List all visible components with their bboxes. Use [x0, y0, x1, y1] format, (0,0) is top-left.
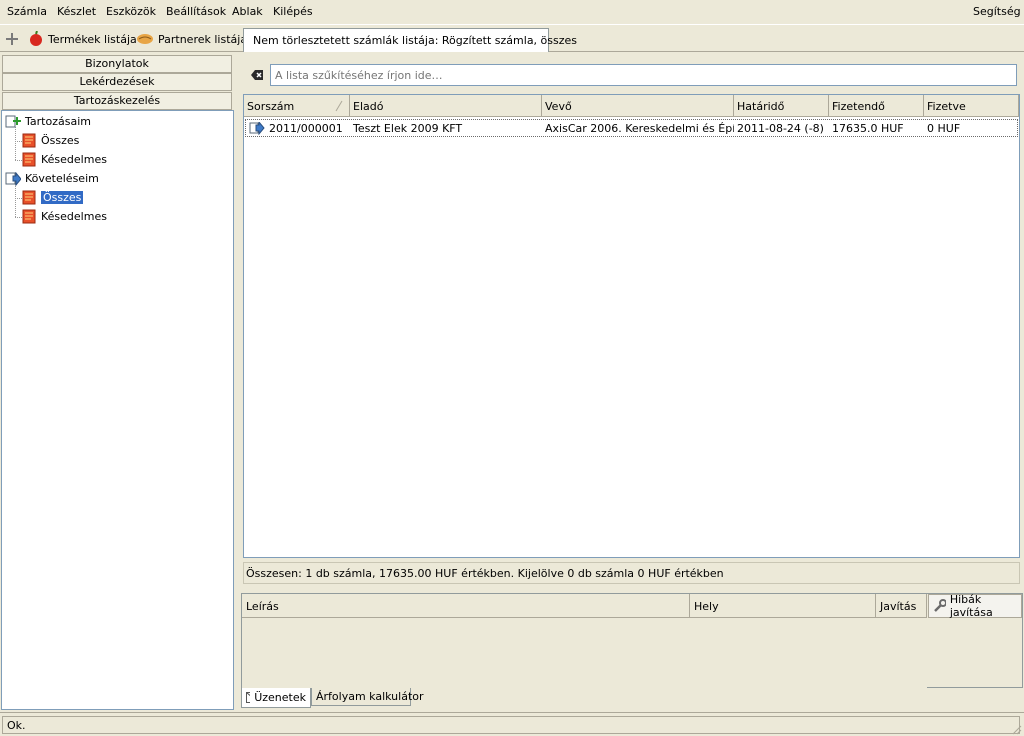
col-header-hatarido[interactable]: Határidő — [734, 95, 829, 117]
col-header-vevo[interactable]: Vevő — [542, 95, 734, 117]
tab-exchange-calculator[interactable]: Árfolyam kalkulátor — [311, 688, 424, 706]
products-button[interactable]: Termékek listája — [28, 29, 137, 49]
invoice-icon — [22, 190, 36, 205]
filter-input[interactable] — [270, 64, 1017, 86]
tree-item-claims-late[interactable]: Késedelmes — [22, 208, 107, 225]
message-panel: Leírás Hely Javítás Hibák javítása — [241, 593, 1023, 688]
cell-sorszam-text: 2011/000001 — [269, 122, 343, 135]
menu-eszkozok[interactable]: Eszközök — [106, 5, 156, 18]
tree-item-debts-all[interactable]: Összes — [22, 132, 79, 149]
section-tartozaskezeles[interactable]: Tartozáskezelés — [2, 92, 232, 110]
add-button[interactable] — [5, 29, 19, 49]
filter-bar — [244, 64, 1017, 86]
doc-arrow-icon — [5, 171, 21, 186]
tab-messages[interactable]: Üzenetek — [241, 688, 311, 708]
col-header-elado[interactable]: Eladó — [350, 95, 542, 117]
cell-vevo: AxisCar 2006. Kereskedelmi és Építői... — [545, 122, 734, 135]
tree-view: Tartozásaim Összes Késedelmes Követelése… — [1, 110, 234, 710]
menu-help[interactable]: Segítség — [973, 5, 1021, 18]
partners-button[interactable]: Partnerek listája — [136, 29, 247, 49]
msg-col-hely[interactable]: Hely — [690, 594, 876, 618]
tree-label-debts-late: Késedelmes — [41, 153, 107, 166]
sort-indicator-icon — [335, 100, 343, 112]
tree-label-claims-all: Összes — [41, 191, 84, 204]
tab-unpaid-invoices[interactable]: Nem törlesztetett számlák listája: Rögzí… — [243, 28, 577, 52]
tree-label-debts-all: Összes — [41, 134, 80, 147]
menu-keszlet[interactable]: Készlet — [57, 5, 96, 18]
menu-beallitasok[interactable]: Beállítások — [166, 5, 226, 18]
menu-bar: Számla Készlet Eszközök Beállítások Abla… — [0, 0, 1024, 24]
wrench-icon — [934, 599, 946, 612]
tree-item-debts[interactable]: Tartozásaim — [5, 113, 91, 130]
fix-errors-label: Hibák javítása — [949, 593, 993, 619]
products-label: Termékek listája — [48, 32, 137, 46]
tab-label: Nem törlesztetett számlák listája: Rögzí… — [253, 34, 578, 47]
col-header-label: Sorszám — [247, 100, 295, 113]
menu-ablak[interactable]: Ablak — [232, 5, 263, 18]
cell-sorszam: 2011/000001 — [246, 120, 350, 137]
handshake-icon — [137, 34, 153, 44]
tab-messages-label: Üzenetek — [254, 691, 306, 704]
message-list — [242, 618, 927, 688]
section-bizonylatok[interactable]: Bizonylatok — [2, 55, 232, 73]
status-text: Ok. — [2, 716, 1020, 734]
menu-kilepes[interactable]: Kilépés — [273, 5, 313, 18]
tree-label-claims: Követeléseim — [25, 172, 99, 185]
col-header-fizetendo[interactable]: Fizetendő — [829, 95, 924, 117]
msg-col-javitas[interactable]: Javítás — [876, 594, 927, 618]
plus-icon — [6, 33, 18, 45]
invoice-icon — [22, 133, 36, 148]
tree-item-claims[interactable]: Követeléseim — [5, 170, 99, 187]
invoice-grid: Sorszám Eladó Vevő Határidő Fizetendő Fi… — [243, 94, 1020, 558]
msg-col-leiras[interactable]: Leírás — [242, 594, 690, 618]
tree-item-claims-all[interactable]: Összes — [22, 189, 84, 206]
clear-filter-icon[interactable] — [250, 68, 264, 82]
cell-fizetve: 0 HUF — [927, 122, 961, 135]
doc-arrow-icon — [249, 122, 265, 135]
fix-errors-button[interactable]: Hibák javítása — [928, 593, 1022, 619]
toolbar: Termékek listája Partnerek listája Nem t… — [0, 24, 1024, 52]
cell-hatarido: 2011-08-24 (-8) — [737, 122, 824, 135]
col-header-sorszam[interactable]: Sorszám — [244, 95, 350, 117]
invoice-icon — [22, 152, 36, 167]
tree-label-debts: Tartozásaim — [25, 115, 91, 128]
apple-icon — [30, 31, 42, 46]
resize-grip-icon[interactable] — [1010, 723, 1022, 735]
invoice-icon — [22, 209, 36, 224]
envelope-icon — [246, 692, 251, 703]
tree-item-debts-late[interactable]: Késedelmes — [22, 151, 107, 168]
cell-fizetendo: 17635.0 HUF — [832, 122, 904, 135]
left-panel: Bizonylatok Lekérdezések Tartozáskezelés… — [0, 53, 234, 710]
col-header-fizetve[interactable]: Fizetve — [924, 95, 1019, 117]
tree-label-claims-late: Késedelmes — [41, 210, 107, 223]
menu-szamla[interactable]: Számla — [7, 5, 47, 18]
partners-label: Partnerek listája — [158, 32, 248, 46]
doc-plus-icon — [5, 115, 21, 127]
status-bar: Ok. — [0, 712, 1024, 736]
cell-elado: Teszt Elek 2009 KFT — [353, 122, 463, 135]
section-lekerdezesek[interactable]: Lekérdezések — [2, 73, 232, 91]
summary-text: Összesen: 1 db számla, 17635.00 HUF érté… — [243, 562, 1020, 584]
